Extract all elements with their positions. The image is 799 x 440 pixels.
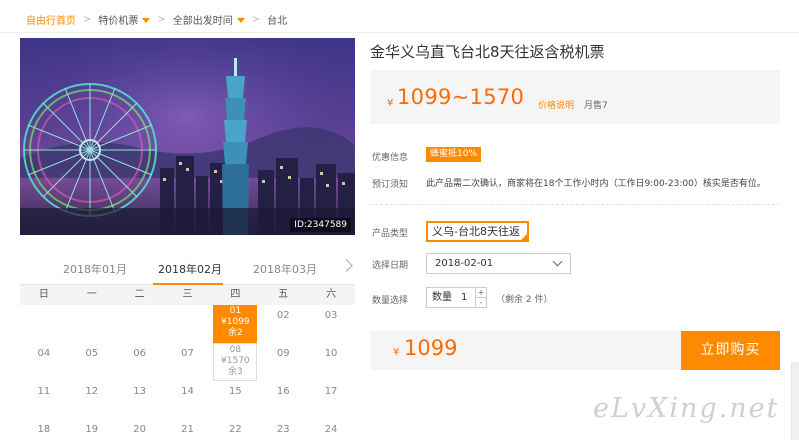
calendar-day: 11	[37, 386, 51, 397]
currency-symbol: ¥	[393, 347, 400, 358]
weekday-header: 日 一 二 三 四 五 六	[20, 285, 355, 305]
calendar-day: 20	[133, 424, 146, 435]
calendar-day[interactable]: 08 ¥1570 余3	[213, 343, 258, 381]
calendar-day: 17	[324, 386, 338, 397]
quantity-decrease-button[interactable]: -	[476, 298, 486, 307]
product-photo: ID:2347589	[20, 38, 355, 235]
price-range: 1099~1570	[397, 85, 525, 109]
calendar-day: 19	[85, 424, 99, 435]
quantity-label: 数量选择	[372, 296, 409, 306]
calendar-day: 18	[37, 424, 51, 435]
calendar-day: 04	[37, 348, 51, 359]
caret-down-icon	[236, 18, 245, 23]
weekday-label: 四	[230, 289, 241, 300]
calendar-day: 22	[228, 424, 242, 435]
notice-label: 预订须知	[372, 180, 409, 190]
calendar-day: 12	[85, 386, 99, 397]
total-price: 1099	[404, 336, 458, 360]
weekday-label: 二	[134, 289, 145, 300]
discount-badge: 蜂蜜抵10%	[426, 147, 482, 162]
date-label: 选择日期	[372, 261, 409, 271]
notice-text: 此产品需二次确认，商家将在18个工作小时内（工作日9:00-23:00）核实是否…	[426, 179, 766, 189]
discount-label: 优惠信息	[372, 153, 409, 163]
calendar-day: 07	[181, 348, 194, 359]
header-divider	[0, 32, 799, 33]
breadcrumb-separator: >	[157, 13, 166, 25]
scrollbar[interactable]	[791, 362, 799, 440]
quantity-buttons: + -	[475, 288, 486, 307]
date-select[interactable]: 2018-02-01	[426, 253, 571, 274]
calendar-day: 14	[181, 386, 194, 397]
monthly-sales: 月售7	[584, 101, 608, 111]
calendar-day: 09	[276, 348, 290, 359]
calendar-day: 16	[276, 386, 290, 397]
quantity-stepper[interactable]: 数量 1 + -	[426, 287, 487, 308]
photo-id-tag: ID:2347589	[290, 218, 351, 232]
buy-now-button[interactable]: 立即购买	[681, 331, 780, 370]
tab-month-mar[interactable]: 2018年03月	[253, 261, 317, 277]
quantity-prefix: 数量	[432, 292, 452, 303]
weekday-label: 五	[278, 289, 289, 300]
chevron-right-icon[interactable]	[340, 259, 353, 272]
chevron-down-icon	[552, 256, 563, 267]
calendar-day: 02	[276, 310, 290, 321]
breadcrumb-separator: >	[251, 13, 261, 25]
calendar-day: 13	[133, 386, 146, 397]
currency-symbol: ¥	[387, 98, 394, 109]
selected-check-icon	[521, 234, 527, 240]
breadcrumb-item-departure-time[interactable]: 全部出发时间	[173, 12, 245, 27]
weekday-label: 三	[182, 289, 193, 300]
calendar-day: 10	[324, 348, 338, 359]
calendar-day[interactable]: 01 ¥1099 余2	[213, 305, 258, 343]
breadcrumb-separator: >	[83, 13, 92, 25]
calendar-day: 15	[228, 386, 242, 397]
quantity-increase-button[interactable]: +	[476, 288, 486, 298]
product-type-label: 产品类型	[372, 229, 409, 239]
taipei-skyline-image	[20, 38, 355, 235]
tab-month-jan[interactable]: 2018年01月	[63, 261, 127, 277]
price-explain-link[interactable]: 价格说明	[538, 98, 574, 111]
month-selector: 2018年01月 2018年02月 2018年03月	[20, 252, 355, 285]
weekday-label: 六	[326, 289, 337, 300]
section-divider	[370, 204, 780, 205]
product-title: 金华义乌直飞台北8天往返含税机票	[370, 43, 605, 61]
calendar-day: 24	[324, 424, 338, 435]
breadcrumb-home-link[interactable]: 自由行首页	[26, 12, 76, 27]
site-watermark: eLvXing.net	[593, 393, 780, 424]
calendar-day: 23	[276, 424, 290, 435]
breadcrumb: 自由行首页 > 特价机票 > 全部出发时间 > 台北	[26, 11, 287, 27]
price-panel: ¥ 1099~1570 价格说明 月售7	[370, 70, 780, 124]
breadcrumb-item-flights[interactable]: 特价机票	[98, 12, 151, 27]
weekday-label: 一	[86, 289, 97, 300]
breadcrumb-item-destination: 台北	[267, 15, 288, 27]
caret-down-icon	[142, 18, 151, 23]
calendar-day: 03	[324, 310, 338, 321]
weekday-label: 日	[38, 289, 49, 300]
calendar-day: 21	[181, 424, 194, 435]
quantity-value: 1	[461, 292, 468, 303]
calendar-day: 06	[133, 348, 146, 359]
product-type-option[interactable]: 义乌-台北8天往返	[426, 221, 529, 242]
tab-month-feb[interactable]: 2018年02月	[158, 261, 222, 277]
stock-remaining: （剩余 2 件）	[496, 295, 553, 305]
calendar-day: 05	[85, 348, 99, 359]
